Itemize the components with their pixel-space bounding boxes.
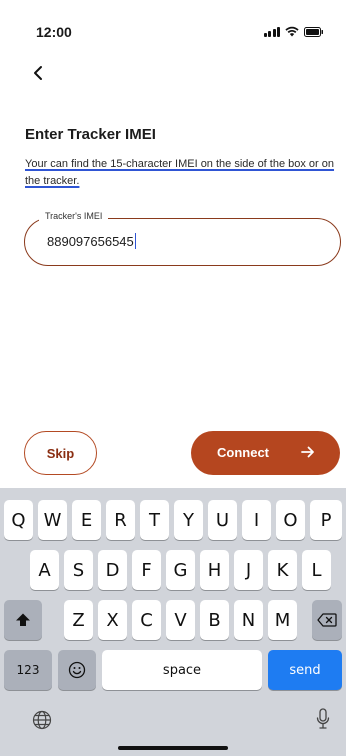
imei-field-label: Tracker's IMEI	[39, 211, 109, 221]
globe-icon	[32, 710, 52, 730]
key-x[interactable]: X	[98, 600, 127, 640]
space-key[interactable]: space	[102, 650, 262, 690]
connect-button-label: Connect	[217, 445, 269, 460]
shift-key[interactable]	[4, 600, 42, 640]
back-button[interactable]	[26, 60, 50, 86]
key-c[interactable]: C	[132, 600, 161, 640]
emoji-icon	[68, 661, 86, 679]
key-i[interactable]: I	[242, 500, 271, 540]
battery-icon	[304, 26, 324, 37]
key-w[interactable]: W	[38, 500, 67, 540]
key-j[interactable]: J	[234, 550, 263, 590]
key-y[interactable]: Y	[174, 500, 203, 540]
key-q[interactable]: Q	[4, 500, 33, 540]
home-indicator	[118, 746, 228, 750]
globe-key[interactable]	[32, 710, 52, 735]
arrow-right-icon	[301, 446, 314, 458]
key-f[interactable]: F	[132, 550, 161, 590]
imei-input-value: 889097656545	[47, 233, 134, 249]
emoji-key[interactable]	[58, 650, 96, 690]
keyboard: Q W E R T Y U I O P A S D F G H J K L Z …	[0, 488, 346, 756]
imei-input[interactable]: 889097656545	[47, 233, 137, 249]
key-p[interactable]: P	[310, 500, 342, 540]
skip-button[interactable]: Skip	[24, 431, 97, 475]
chevron-left-icon	[34, 66, 42, 80]
key-r[interactable]: R	[106, 500, 135, 540]
help-text: Your can find the 15-character IMEI on t…	[25, 158, 335, 187]
status-icons	[263, 26, 325, 37]
key-m[interactable]: M	[268, 600, 297, 640]
key-l[interactable]: L	[302, 550, 331, 590]
shift-icon	[16, 613, 30, 626]
key-z[interactable]: Z	[64, 600, 93, 640]
microphone-icon	[316, 708, 330, 729]
connect-button[interactable]: Connect	[191, 431, 340, 475]
key-g[interactable]: G	[166, 550, 195, 590]
key-h[interactable]: H	[200, 550, 229, 590]
key-s[interactable]: S	[64, 550, 93, 590]
key-v[interactable]: V	[166, 600, 195, 640]
key-e[interactable]: E	[72, 500, 101, 540]
status-bar: 12:00	[0, 0, 346, 56]
send-key[interactable]: send	[268, 650, 342, 690]
key-t[interactable]: T	[140, 500, 169, 540]
page-title: Enter Tracker IMEI	[25, 126, 156, 143]
status-time: 12:00	[36, 24, 72, 40]
signal-icon	[263, 26, 280, 37]
delete-key[interactable]	[312, 600, 342, 640]
key-u[interactable]: U	[208, 500, 237, 540]
key-n[interactable]: N	[234, 600, 263, 640]
dictation-key[interactable]	[316, 708, 330, 735]
delete-icon	[317, 613, 337, 627]
key-k[interactable]: K	[268, 550, 297, 590]
key-a[interactable]: A	[30, 550, 59, 590]
key-b[interactable]: B	[200, 600, 229, 640]
key-d[interactable]: D	[98, 550, 127, 590]
numbers-key[interactable]: 123	[4, 650, 52, 690]
text-cursor	[134, 233, 137, 249]
key-o[interactable]: O	[276, 500, 305, 540]
imei-field[interactable]: Tracker's IMEI 889097656545	[24, 211, 341, 266]
wifi-icon	[285, 26, 299, 37]
